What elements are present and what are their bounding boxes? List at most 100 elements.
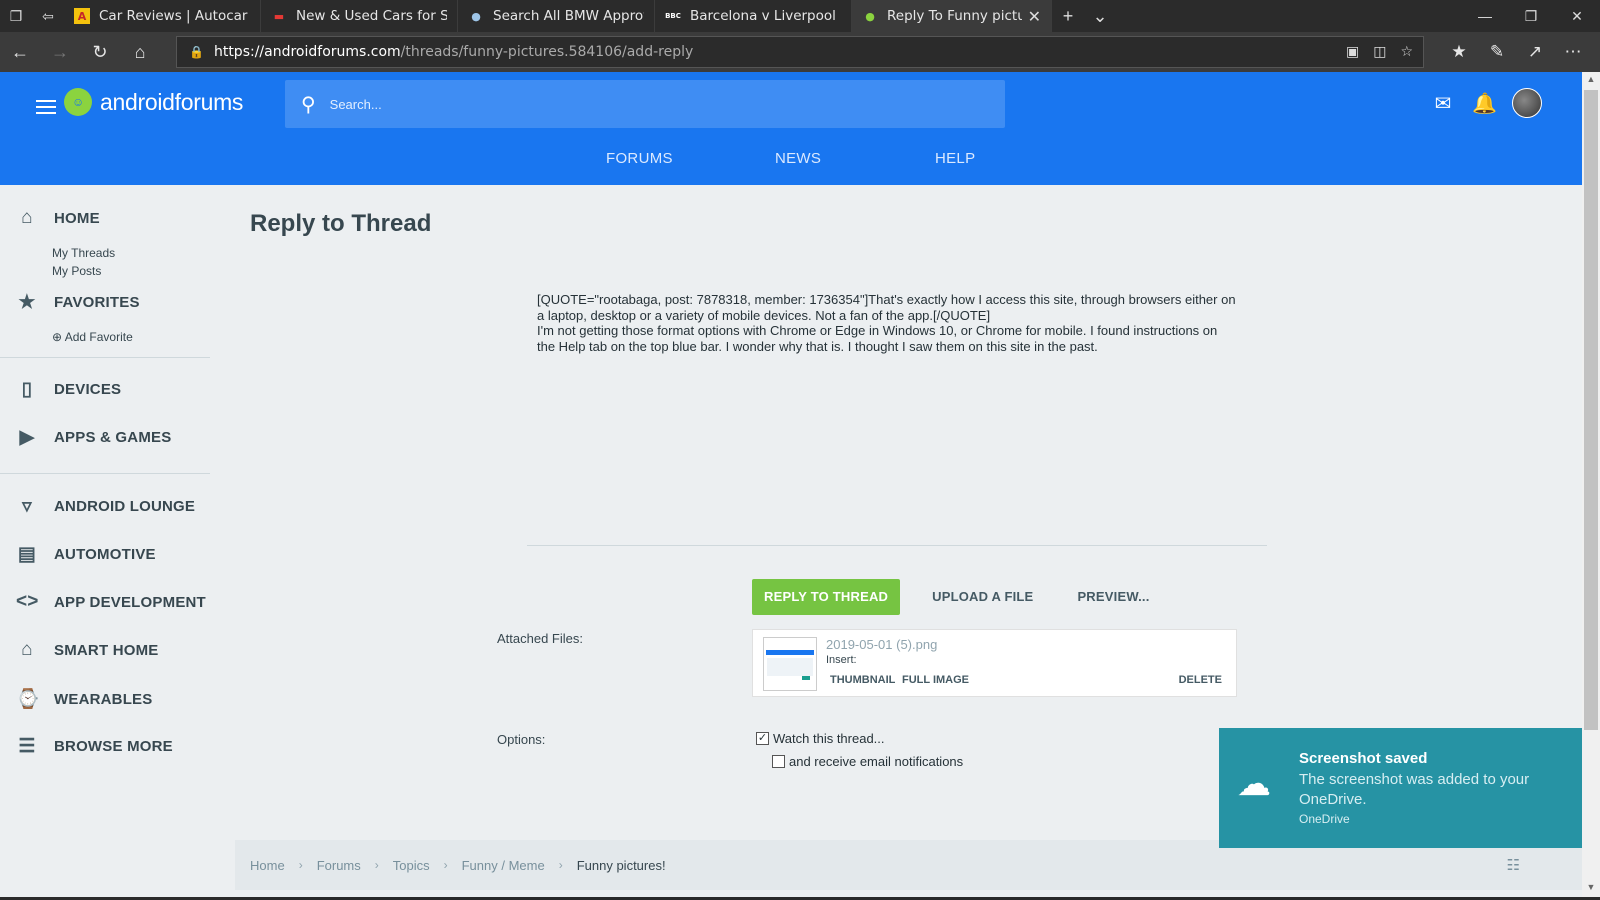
chevron-right-icon: › <box>558 858 563 872</box>
breadcrumb-home[interactable]: Home <box>250 858 285 873</box>
sidebar-item-label: AUTOMOTIVE <box>54 546 156 563</box>
browser-tab[interactable]: ● Search All BMW Approved U <box>458 0 655 32</box>
image-icon[interactable]: ▣ <box>1346 44 1359 60</box>
attached-file-card: 2019-05-01 (5).png Insert: THUMBNAIL FUL… <box>752 629 1237 697</box>
sidebar-item-home[interactable]: ⌂ HOME <box>16 207 100 229</box>
browser-tab[interactable]: ▬ New & Used Cars for Sale - <box>261 0 458 32</box>
favorites-hub-icon[interactable]: ★ <box>1440 42 1478 62</box>
bmw-favicon-icon: ● <box>471 9 481 23</box>
nav-news[interactable]: NEWS <box>775 150 821 167</box>
insert-full-image-button[interactable]: FULL IMAGE <box>902 674 969 686</box>
delete-file-button[interactable]: DELETE <box>1179 674 1222 686</box>
tab-preview-chevron-icon[interactable]: ⌄ <box>1084 6 1116 27</box>
play-store-icon: ▶ <box>19 427 35 448</box>
window-close-icon[interactable]: ✕ <box>1554 0 1600 32</box>
site-logo[interactable]: ☺ android forums <box>64 88 243 116</box>
chevron-right-icon: › <box>298 858 303 872</box>
tab-label: Barcelona v Liverpool live - <box>690 8 841 24</box>
sidebar-item-label: HOME <box>54 209 100 227</box>
reading-view-icon[interactable]: ◫ <box>1373 44 1386 60</box>
sidebar-item-favorites[interactable]: ★ FAVORITES <box>16 291 140 314</box>
browser-tab-active[interactable]: ● Reply To Funny pictures ✕ <box>852 0 1052 32</box>
sitemap-icon[interactable]: ☷ <box>1507 856 1520 874</box>
notification-bell-icon[interactable]: 🔔 <box>1472 91 1497 116</box>
sidebar: ⌂ HOME My Threads My Posts ★ FAVORITES ⊕… <box>0 185 210 900</box>
restore-icon[interactable]: ❐ <box>1508 0 1554 32</box>
sidebar-item-app-development[interactable]: <> APP DEVELOPMENT <box>16 591 206 613</box>
new-tab-icon[interactable]: + <box>1052 6 1084 27</box>
sidebar-item-label: APP DEVELOPMENT <box>54 593 206 611</box>
tab-label: Search All BMW Approved U <box>493 8 644 24</box>
minimize-icon[interactable]: — <box>1462 0 1508 32</box>
set-aside-tabs-icon[interactable]: ⇦ <box>32 0 64 32</box>
sidebar-item-label: BROWSE MORE <box>54 738 173 755</box>
refresh-icon[interactable]: ↻ <box>80 32 120 72</box>
scroll-down-icon[interactable]: ▼ <box>1582 882 1600 898</box>
browser-address-bar: ← → ↻ ⌂ 🔒 https://androidforums.com/thre… <box>0 32 1600 72</box>
sidebar-item-devices[interactable]: ▯ DEVICES <box>16 378 121 401</box>
watch-thread-option[interactable]: ✓ Watch this thread... <box>756 731 885 746</box>
reply-to-thread-button[interactable]: REPLY TO THREAD <box>752 579 901 615</box>
file-thumbnail[interactable] <box>763 637 817 691</box>
onedrive-toast-notification[interactable]: ☁ Screenshot saved The screenshot was ad… <box>1219 728 1582 848</box>
nav-help[interactable]: HELP <box>935 150 975 167</box>
sidebar-item-apps-games[interactable]: ▶ APPS & GAMES <box>16 426 172 449</box>
search-input[interactable]: ⚲ Search... <box>285 80 1005 128</box>
scroll-up-icon[interactable]: ▲ <box>1582 74 1600 90</box>
mail-icon[interactable]: ✉ <box>1432 91 1454 116</box>
email-notifications-option[interactable]: and receive email notifications <box>772 754 963 769</box>
sidebar-item-wearables[interactable]: ⌚ WEARABLES <box>16 687 152 711</box>
attached-files-label: Attached Files: <box>497 631 583 646</box>
sidebar-item-browse-more[interactable]: ☰ BROWSE MORE <box>16 735 173 758</box>
close-tab-icon[interactable]: ✕ <box>1028 7 1041 26</box>
home-icon[interactable]: ⌂ <box>120 32 160 72</box>
sidebar-link-my-posts[interactable]: My Posts <box>52 264 101 278</box>
options-label: Options: <box>497 732 546 747</box>
add-favorite-link[interactable]: ⊕ Add Favorite <box>52 330 133 344</box>
breadcrumb-forums[interactable]: Forums <box>317 858 361 873</box>
sidebar-link-my-threads[interactable]: My Threads <box>52 246 115 260</box>
url-field[interactable]: 🔒 https://androidforums.com/threads/funn… <box>176 36 1424 68</box>
tab-label: New & Used Cars for Sale - <box>296 8 447 24</box>
breadcrumb-current[interactable]: Funny pictures! <box>577 858 666 873</box>
browser-tab[interactable]: BBC Barcelona v Liverpool live - <box>655 0 852 32</box>
breadcrumb-funny-meme[interactable]: Funny / Meme <box>462 858 545 873</box>
favorite-star-icon[interactable]: ☆ <box>1400 44 1413 60</box>
scrollbar-thumb[interactable] <box>1584 90 1598 730</box>
menu-icon[interactable] <box>36 96 56 118</box>
cloud-icon: ☁ <box>1237 765 1271 803</box>
home-icon: ⌂ <box>21 207 33 228</box>
autocar-favicon-icon: A <box>74 8 90 24</box>
file-name[interactable]: 2019-05-01 (5).png <box>826 637 937 652</box>
nav-forums[interactable]: FORUMS <box>606 150 673 167</box>
sidebar-item-label: WEARABLES <box>54 690 153 708</box>
watch-icon: ⌚ <box>16 689 40 710</box>
share-icon[interactable]: ↗ <box>1516 42 1554 62</box>
sidebar-item-automotive[interactable]: ▤ AUTOMOTIVE <box>16 543 156 566</box>
upload-file-button[interactable]: UPLOAD A FILE <box>920 579 1045 615</box>
breadcrumb-topics[interactable]: Topics <box>393 858 430 873</box>
back-icon[interactable]: ← <box>0 32 40 72</box>
forward-icon[interactable]: → <box>40 32 80 72</box>
insert-thumbnail-button[interactable]: THUMBNAIL <box>830 674 895 686</box>
android-logo-icon: ☺ <box>64 88 92 116</box>
sidebar-item-android-lounge[interactable]: ▿ ANDROID LOUNGE <box>16 495 195 518</box>
search-icon: ⚲ <box>301 93 316 116</box>
star-icon: ★ <box>18 292 36 313</box>
message-editor[interactable]: [QUOTE="rootabaga, post: 7878318, member… <box>537 292 1237 354</box>
browser-tab[interactable]: A Car Reviews | Autocar <box>64 0 261 32</box>
email-notifications-checkbox[interactable] <box>772 755 785 768</box>
watch-thread-checkbox[interactable]: ✓ <box>756 732 769 745</box>
tab-manager-icon[interactable]: ❐ <box>0 0 32 32</box>
pen-icon[interactable]: ✎ <box>1478 42 1516 62</box>
sidebar-item-smart-home[interactable]: ⌂ SMART HOME <box>16 639 159 661</box>
avatar[interactable] <box>1512 88 1542 118</box>
page-scrollbar[interactable]: ▲ ▼ <box>1582 72 1600 900</box>
more-icon[interactable]: ⋯ <box>1554 42 1592 62</box>
preview-button[interactable]: PREVIEW... <box>1065 579 1161 615</box>
editor-quote-text: [QUOTE="rootabaga, post: 7878318, member… <box>537 292 1236 323</box>
androidforums-favicon-icon: ● <box>865 9 875 23</box>
sidebar-item-label: SMART HOME <box>54 641 159 659</box>
search-placeholder: Search... <box>329 96 382 112</box>
sidebar-divider <box>0 357 210 358</box>
